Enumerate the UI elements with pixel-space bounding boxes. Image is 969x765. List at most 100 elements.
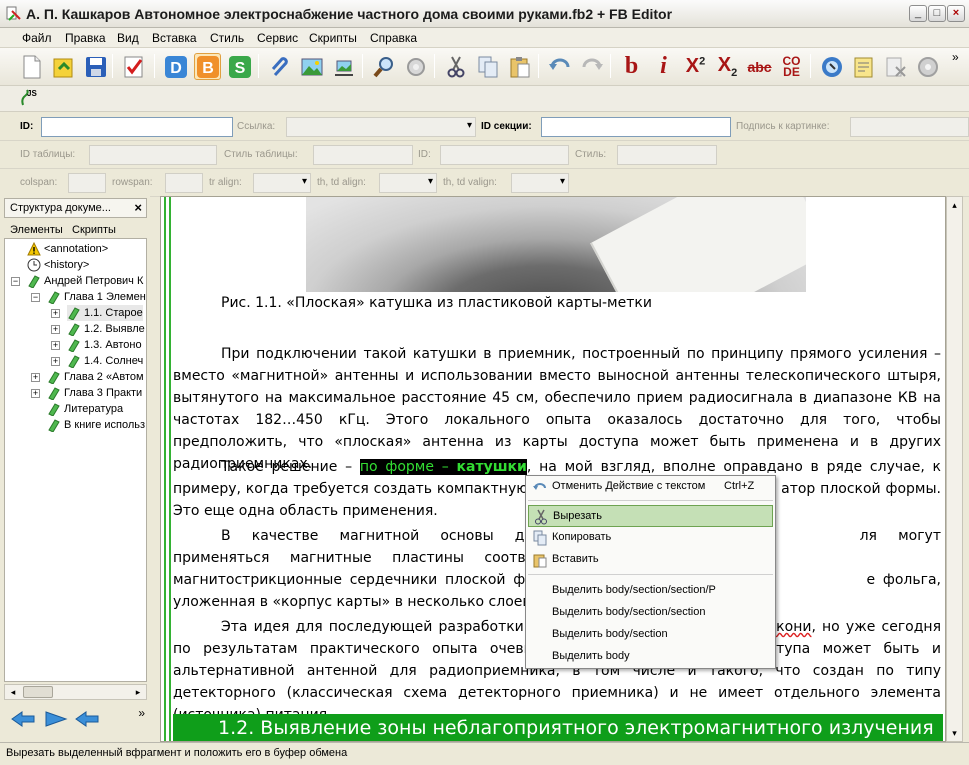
script-icon[interactable]: JS <box>18 89 38 109</box>
th-td-valign-combo[interactable] <box>511 173 569 193</box>
table-style-field[interactable] <box>313 145 413 165</box>
italic-icon[interactable]: i <box>650 53 677 80</box>
editor-vscrollbar[interactable]: ▴ ▾ <box>946 196 963 742</box>
tab-scripts[interactable]: Скрипты <box>72 224 116 236</box>
tree-item-history[interactable]: <history> <box>27 257 89 273</box>
attach-icon[interactable] <box>266 53 293 80</box>
copy-icon[interactable] <box>474 53 501 80</box>
panel-close-button[interactable]: × <box>134 200 142 215</box>
menu-view[interactable]: Вид <box>117 31 139 45</box>
clear-icon[interactable] <box>882 53 909 80</box>
maximize-button[interactable]: □ <box>928 5 946 22</box>
link-icon[interactable] <box>818 53 845 80</box>
colspan-field[interactable] <box>68 173 106 193</box>
caption-field[interactable] <box>850 117 969 137</box>
menu-style[interactable]: Стиль <box>210 31 244 45</box>
scroll-left-icon[interactable]: ◂ <box>5 685 21 699</box>
find-icon[interactable] <box>370 53 397 80</box>
expander-button[interactable]: + <box>31 373 40 382</box>
validate-icon[interactable] <box>120 53 147 80</box>
tree-item-1-3[interactable]: 1.3. Автоно <box>67 337 142 353</box>
nav-back-icon[interactable] <box>74 710 100 728</box>
menu-item-select-section-section[interactable]: Выделить body/section/section <box>528 602 773 624</box>
tree-item-1-2[interactable]: 1.2. Выявле <box>67 321 145 337</box>
script-toolbar: JS <box>0 86 969 112</box>
menu-item-select-section[interactable]: Выделить body/section <box>528 624 773 646</box>
new-doc-icon[interactable] <box>18 53 45 80</box>
section-id-field[interactable] <box>541 117 731 137</box>
close-button[interactable]: × <box>947 5 965 22</box>
scroll-up-icon[interactable]: ▴ <box>947 197 962 213</box>
menu-item-paste[interactable]: Вставить <box>528 549 773 571</box>
open-icon[interactable] <box>50 53 77 80</box>
menu-edit[interactable]: Правка <box>65 31 106 45</box>
save-icon[interactable] <box>82 53 109 80</box>
menu-scripts[interactable]: Скрипты <box>309 31 357 45</box>
expander-button[interactable]: + <box>51 357 60 366</box>
menu-item-copy[interactable]: Копировать <box>528 527 773 549</box>
replace-icon[interactable] <box>402 53 429 80</box>
structure-tree[interactable]: <annotation> <history> − Андрей Петрович… <box>4 238 147 682</box>
expander-button[interactable]: − <box>11 277 20 286</box>
expander-button[interactable]: + <box>31 389 40 398</box>
tree-item-body[interactable]: Андрей Петрович К <box>27 273 143 289</box>
expander-button[interactable]: + <box>51 309 60 318</box>
settings-icon[interactable] <box>914 53 941 80</box>
image-icon[interactable] <box>298 53 325 80</box>
subscript-icon[interactable]: X2 <box>714 53 741 80</box>
scroll-down-icon[interactable]: ▾ <box>947 725 962 741</box>
nav-more[interactable]: » <box>138 706 145 720</box>
redo-icon[interactable] <box>578 53 605 80</box>
tree-item-used-in-book[interactable]: В книге использ <box>47 417 145 433</box>
menu-file[interactable]: Файл <box>22 31 52 45</box>
table-id-field[interactable] <box>89 145 217 165</box>
note-icon[interactable] <box>850 53 877 80</box>
link-combo[interactable] <box>286 117 476 137</box>
tree-item-annotation[interactable]: <annotation> <box>27 241 108 257</box>
menu-item-select-p[interactable]: Выделить body/section/section/P <box>528 580 773 602</box>
tree-item-1-4[interactable]: 1.4. Солнеч <box>67 353 143 369</box>
tree-item-1-1[interactable]: 1.1. Старое <box>67 305 143 321</box>
menu-help[interactable]: Справка <box>370 31 417 45</box>
nav-left-icon[interactable] <box>10 710 36 728</box>
tree-item-literature[interactable]: Литература <box>47 401 123 417</box>
strikethrough-icon[interactable]: abc <box>746 53 773 80</box>
menu-service[interactable]: Сервис <box>257 31 298 45</box>
toolbar-overflow[interactable]: » <box>952 50 959 64</box>
menu-item-select-body[interactable]: Выделить body <box>528 646 773 668</box>
tr-align-combo[interactable] <box>253 173 311 193</box>
menu-item-undo[interactable]: Отменить Действие с текстом Ctrl+Z <box>528 476 773 498</box>
inline-image-icon[interactable] <box>330 53 357 80</box>
section-heading[interactable]: 1.2. Выявление зоны неблагоприятного эле… <box>173 714 943 741</box>
scroll-thumb[interactable] <box>23 686 53 698</box>
expander-button[interactable]: + <box>51 341 60 350</box>
bold-icon[interactable]: b <box>618 53 645 80</box>
scroll-right-icon[interactable]: ▸ <box>130 685 146 699</box>
undo-icon[interactable] <box>546 53 573 80</box>
cell-style-field[interactable] <box>617 145 717 165</box>
tree-item-chapter-3[interactable]: Глава 3 Практи <box>47 385 142 401</box>
tree-hscrollbar[interactable]: ◂ ▸ <box>4 684 147 700</box>
text-selection[interactable]: по форме – катушки <box>359 459 527 475</box>
code-icon[interactable]: CO DE <box>778 53 805 80</box>
expander-button[interactable]: + <box>51 325 60 334</box>
cell-id-field[interactable] <box>440 145 569 165</box>
tab-elements[interactable]: Элементы <box>10 224 63 236</box>
th-td-align-combo[interactable] <box>379 173 437 193</box>
menu-insert[interactable]: Вставка <box>152 31 197 45</box>
rowspan-field[interactable] <box>165 173 203 193</box>
paste-icon[interactable] <box>506 53 533 80</box>
s-icon[interactable]: S <box>226 53 253 80</box>
nav-play-icon[interactable] <box>42 710 68 728</box>
tree-label: 1.4. Солнеч <box>84 355 144 367</box>
tree-item-chapter-1[interactable]: Глава 1 Элемен <box>47 289 146 305</box>
tree-item-chapter-2[interactable]: Глава 2 «Автом <box>47 369 144 385</box>
b-icon[interactable]: B <box>194 53 221 80</box>
expander-button[interactable]: − <box>31 293 40 302</box>
cut-icon[interactable] <box>442 53 469 80</box>
minimize-button[interactable]: _ <box>909 5 927 22</box>
menu-item-cut[interactable]: Вырезать <box>528 505 773 527</box>
d-icon[interactable]: D <box>162 53 189 80</box>
id-field[interactable] <box>41 117 233 137</box>
superscript-icon[interactable]: X2 <box>682 53 709 80</box>
